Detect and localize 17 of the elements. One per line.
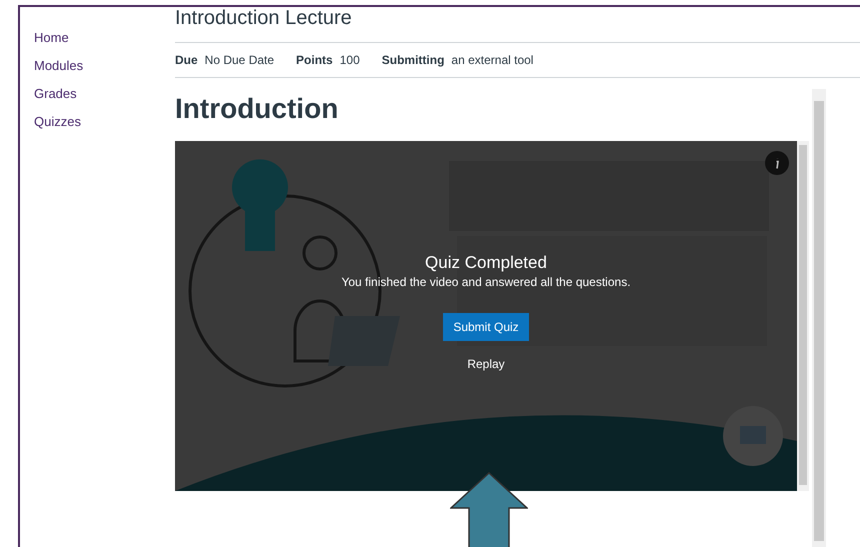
- nav-link[interactable]: Quizzes: [34, 112, 81, 132]
- quiz-status: Quiz Completed: [425, 253, 547, 273]
- submit-quiz-button[interactable]: Submit Quiz: [443, 313, 529, 341]
- scrollbar[interactable]: [812, 89, 826, 547]
- detail-label: Points 100: [296, 53, 360, 67]
- arrow-icon: [450, 472, 528, 547]
- content-heading: Introduction: [175, 93, 340, 125]
- page-title: Introduction Lecture: [175, 7, 860, 43]
- scrollbar[interactable]: [797, 141, 809, 491]
- info-icon[interactable]: [765, 151, 789, 175]
- detail-label: Submitting an external tool: [382, 53, 534, 67]
- replay-button[interactable]: Replay: [459, 353, 513, 375]
- nav-link[interactable]: Home: [34, 28, 69, 48]
- nav-link[interactable]: Grades: [34, 84, 77, 104]
- quiz-message: You finished the video and answered all the questions.: [341, 275, 631, 289]
- detail-label: Due No Due Date: [175, 53, 274, 67]
- nav-link[interactable]: Modules: [34, 56, 84, 76]
